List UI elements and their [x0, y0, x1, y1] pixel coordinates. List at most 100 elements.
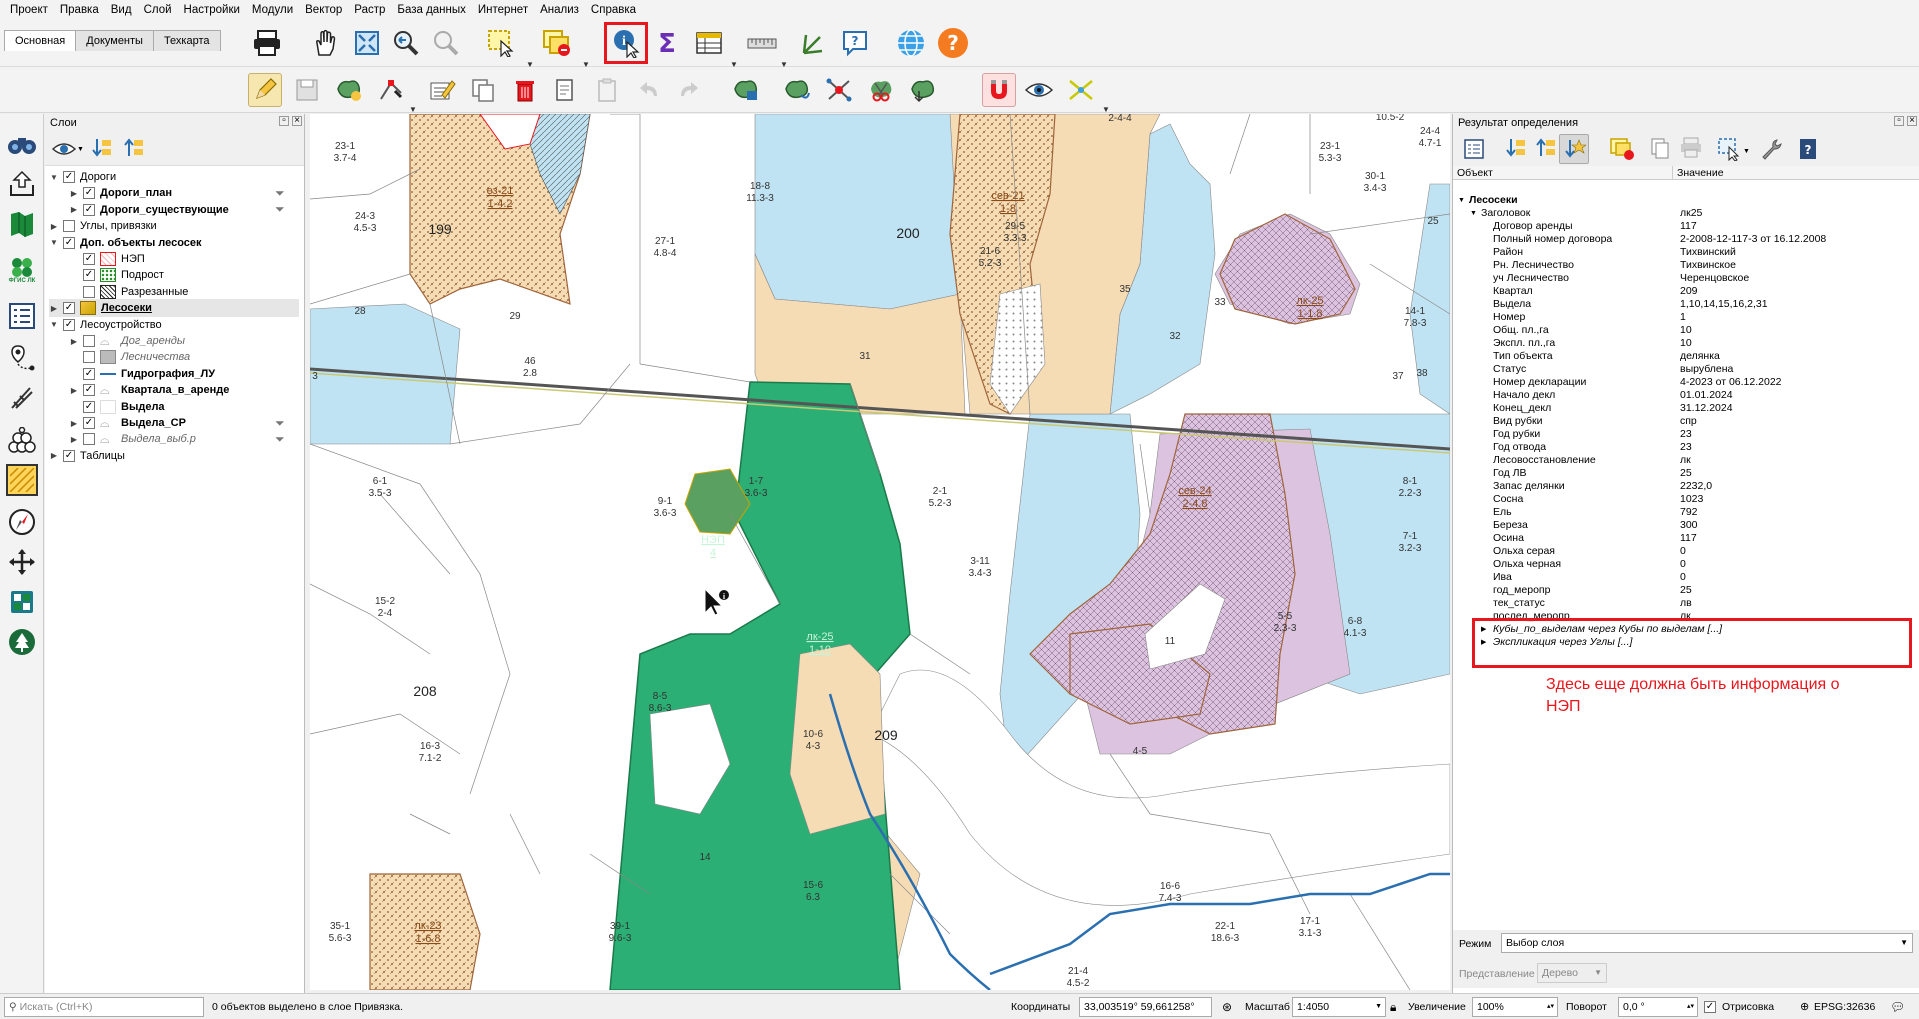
forest-tree-badge-icon[interactable]	[6, 626, 38, 658]
filter-funnel-icon[interactable]: ⏷	[275, 432, 285, 447]
menu-plugins[interactable]: Модули	[246, 0, 299, 20]
attribute-row[interactable]: Ель 792	[1453, 506, 1919, 519]
attribute-row[interactable]: Номер 1	[1453, 311, 1919, 324]
map-canvas[interactable]: 199 200 208 209 23-1 3.7-4 24-3 4.5-3 28 29 27…	[310, 114, 1450, 990]
layer-visibility-checkbox[interactable]: ✓	[83, 417, 95, 429]
locator-search-input[interactable]: ⚲ Искать (Ctrl+K)	[4, 997, 204, 1017]
split-features-scissors-icon[interactable]	[864, 73, 898, 107]
attribute-row[interactable]: Сосна 1023	[1453, 493, 1919, 506]
representation-select[interactable]: Дерево ▼	[1537, 963, 1607, 983]
filter-funnel-icon[interactable]: ⏷	[275, 416, 285, 431]
deselect-icon[interactable]	[540, 26, 574, 60]
visibility-eye-icon[interactable]	[51, 138, 77, 163]
menu-database[interactable]: База данных	[391, 0, 472, 20]
calculator-icon[interactable]	[6, 586, 38, 618]
collapsed-arrow-icon[interactable]: ▶	[49, 451, 59, 460]
identify-settings-wrench-icon[interactable]	[1759, 137, 1783, 164]
help-question-icon[interactable]: ?	[936, 26, 970, 60]
undo-icon[interactable]	[632, 73, 666, 107]
attribute-row[interactable]: Год рубки 23	[1453, 428, 1919, 441]
expanded-arrow-icon[interactable]: ▼	[49, 173, 59, 182]
menu-edit[interactable]: Правка	[54, 0, 105, 20]
pan-hand-icon[interactable]	[308, 26, 342, 60]
lock-scale-icon[interactable]: 🔒︎	[1390, 999, 1396, 1015]
layer-tree-item[interactable]: ▶ ✓ Дороги_план ⏷	[69, 184, 285, 202]
zoom-next-icon[interactable]	[428, 26, 462, 60]
add-polygon-icon[interactable]	[332, 73, 366, 107]
attribute-row[interactable]: Осина 117	[1453, 532, 1919, 545]
rotate-feature-icon[interactable]	[780, 73, 814, 107]
collapse-all-icon[interactable]	[121, 136, 145, 165]
layer-tree-item[interactable]: ✓ Подрост	[69, 266, 164, 284]
attribute-row[interactable]: Общ. пл.,га 10	[1453, 324, 1919, 337]
open-form-icon[interactable]	[1463, 138, 1485, 163]
redo-icon[interactable]	[672, 73, 706, 107]
layer-tree-item[interactable]: ▶ ✓ ⌓ Квартала_в_аренде	[69, 381, 229, 399]
list-register-icon[interactable]	[6, 300, 38, 332]
close-panel-icon[interactable]: ×	[1907, 116, 1917, 126]
attribute-row[interactable]: Квартал 209	[1453, 285, 1919, 298]
layer-tree-item[interactable]: ▶ ⌓ Дог_аренды	[69, 332, 185, 350]
layer-tree-item[interactable]: ▶ ✓ Лесосеки	[49, 299, 299, 318]
layer-visibility-checkbox[interactable]: ✓	[83, 384, 95, 397]
result-layer-row[interactable]: Лесосеки ▼	[1453, 194, 1919, 207]
scale-field[interactable]: 1:4050 ▼	[1292, 997, 1386, 1017]
collapsed-arrow-icon[interactable]: ▶	[69, 205, 79, 214]
expanded-arrow-icon[interactable]: ▼	[49, 238, 59, 247]
attribute-table-icon[interactable]	[692, 26, 726, 60]
layer-visibility-checkbox[interactable]	[83, 335, 95, 347]
menu-web[interactable]: Интернет	[472, 0, 534, 20]
zoom-previous-icon[interactable]	[388, 26, 422, 60]
layer-visibility-checkbox[interactable]: ✓	[83, 400, 95, 413]
attribute-row[interactable]: Конец_декл 31.12.2024	[1453, 402, 1919, 415]
layer-visibility-checkbox[interactable]: ✓	[83, 367, 95, 380]
layer-visibility-checkbox[interactable]	[83, 285, 95, 298]
layer-tree-item[interactable]: ▶ ✓ Таблицы	[49, 447, 125, 465]
close-panel-icon[interactable]: ×	[292, 116, 302, 126]
vertex-tool-icon[interactable]	[374, 73, 408, 107]
coordinates-field[interactable]: 33,003519° 59,661258°	[1079, 997, 1212, 1017]
compass-icon[interactable]	[6, 506, 38, 538]
chevron-down-icon[interactable]: ▼	[1102, 105, 1110, 114]
layer-tree-item[interactable]: ✓ Гидрография_ЛУ	[69, 365, 215, 383]
layer-tree-item[interactable]: ▶ ✓ Дороги_существующие ⏷	[69, 201, 285, 219]
result-feature-row[interactable]: Заголовок лк25 ▼	[1453, 207, 1919, 220]
chevron-down-icon[interactable]: ▼	[409, 105, 417, 114]
attribute-row[interactable]: Статус вырублена	[1453, 363, 1919, 376]
filter-funnel-icon[interactable]: ⏷	[275, 202, 285, 217]
layer-visibility-checkbox[interactable]	[83, 351, 95, 364]
clear-results-icon[interactable]	[1609, 137, 1635, 164]
collapsed-arrow-icon[interactable]: ▶	[69, 189, 79, 198]
menu-project[interactable]: Проект	[4, 0, 54, 20]
attribute-row[interactable]: Начало декл 01.01.2024	[1453, 389, 1919, 402]
expanded-arrow-icon[interactable]: ▼	[1470, 207, 1477, 220]
logs-stack-icon[interactable]	[6, 424, 38, 456]
globe-icon[interactable]	[894, 26, 928, 60]
layer-visibility-checkbox[interactable]: ✓	[83, 253, 95, 265]
upload-icon[interactable]	[6, 168, 38, 200]
merge-features-icon[interactable]	[906, 73, 940, 107]
collapsed-arrow-icon[interactable]: ▶	[69, 419, 79, 428]
paste-features-icon[interactable]	[590, 73, 624, 107]
attribute-row[interactable]: Экспл. пл.,га 10	[1453, 337, 1919, 350]
rotation-field[interactable]: 0,0 ° ▴▾	[1618, 997, 1698, 1017]
identify-features-icon[interactable]: i	[609, 26, 643, 60]
copy-features-icon[interactable]	[466, 73, 500, 107]
reshape-features-icon[interactable]	[730, 73, 764, 107]
snapping-magnet-icon[interactable]	[982, 73, 1016, 107]
chevron-down-icon[interactable]: ▼	[77, 146, 84, 153]
caliper-tool-icon[interactable]	[6, 382, 38, 414]
map-tips-icon[interactable]: ?	[838, 26, 872, 60]
attribute-row[interactable]: Береза 300	[1453, 519, 1919, 532]
layer-visibility-checkbox[interactable]: ✓	[83, 187, 95, 200]
column-object[interactable]: Объект	[1453, 166, 1673, 179]
crs-label[interactable]: EPSG:32636	[1814, 999, 1875, 1015]
attribute-row[interactable]: Год отвода 23	[1453, 441, 1919, 454]
collapsed-arrow-icon[interactable]: ▶	[69, 435, 79, 444]
annotation-arrow-icon[interactable]	[795, 26, 829, 60]
layer-visibility-checkbox[interactable]: ✓	[63, 236, 75, 249]
attribute-row[interactable]: Год ЛВ 25	[1453, 467, 1919, 480]
attribute-row[interactable]: Выдела 1,10,14,15,16,2,31	[1453, 298, 1919, 311]
statistics-sigma-icon[interactable]: Σ	[650, 26, 684, 60]
messages-icon[interactable]: 💬︎	[1890, 999, 1905, 1015]
